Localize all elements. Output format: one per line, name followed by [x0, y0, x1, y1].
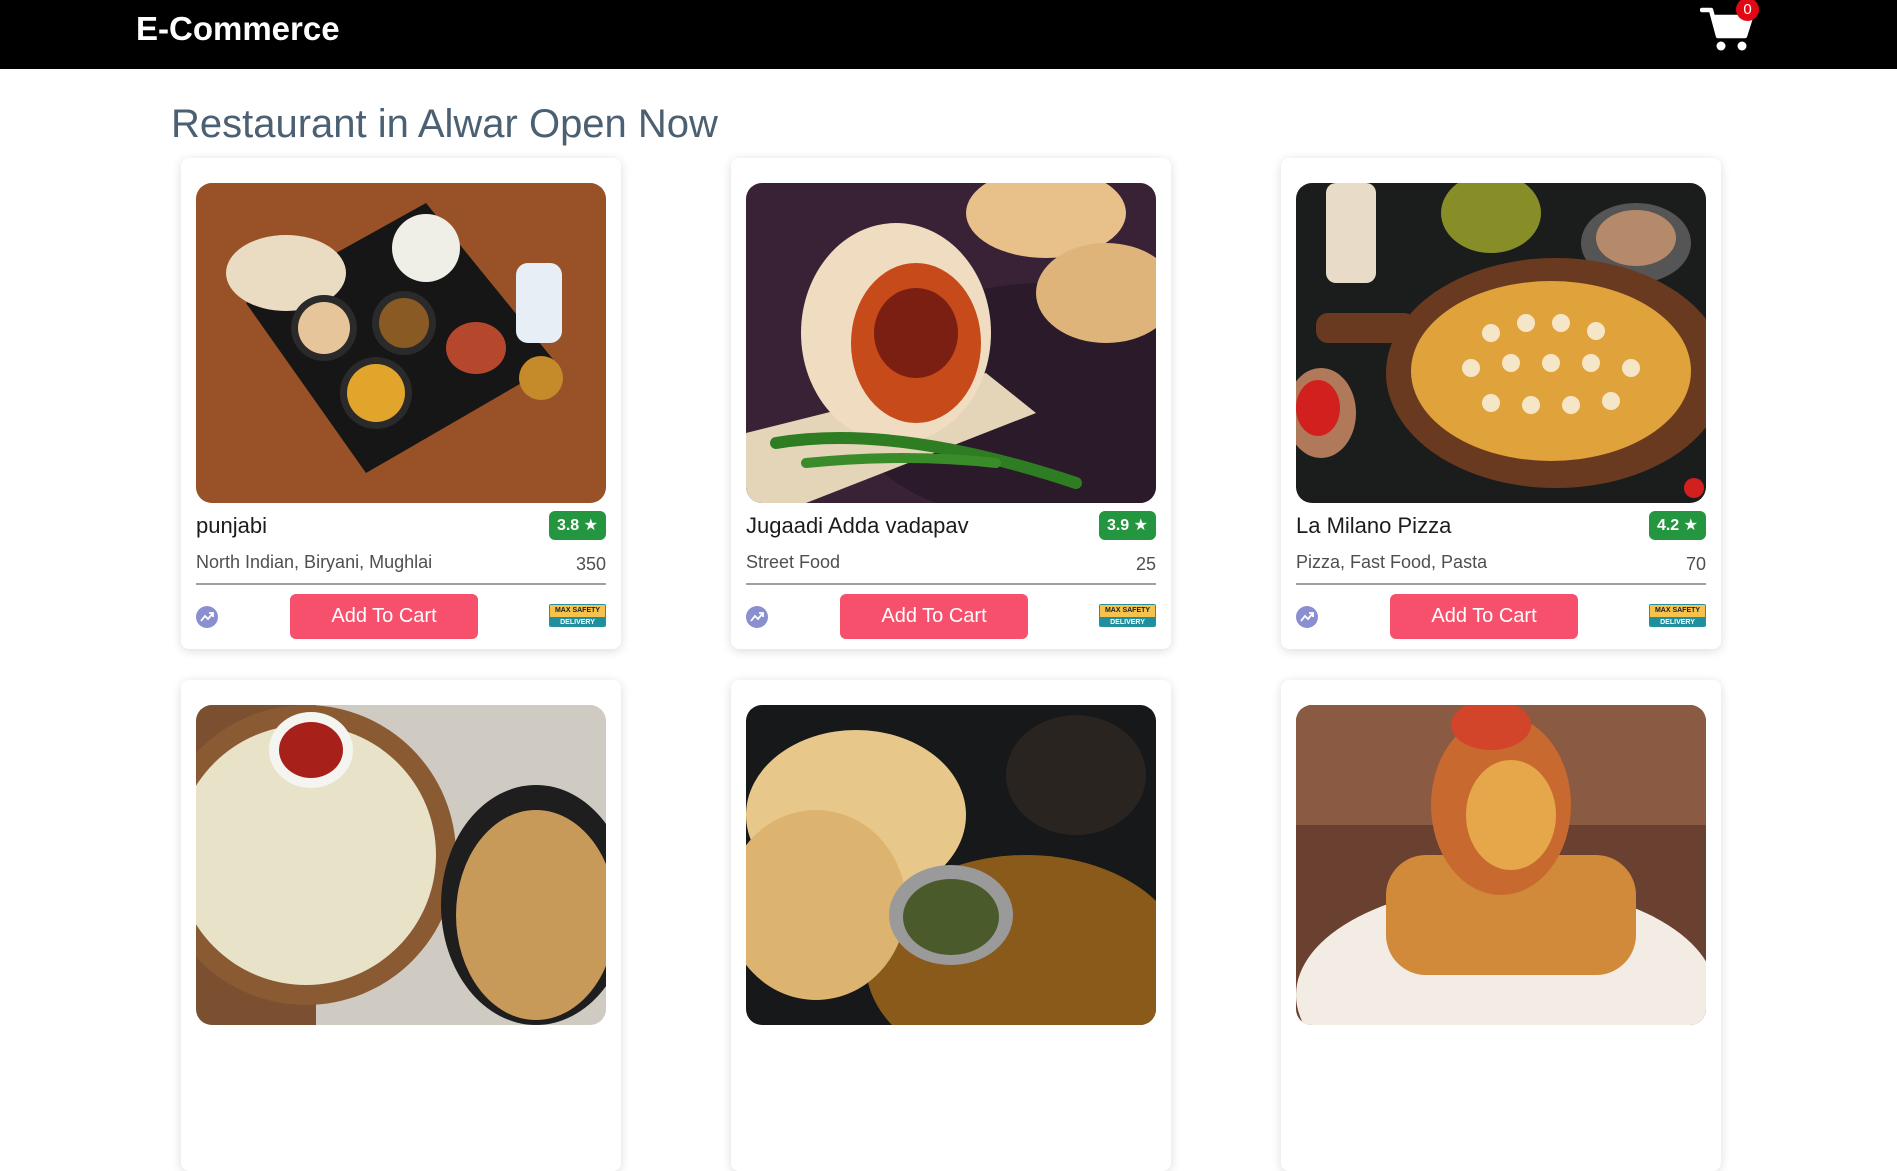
- restaurant-card[interactable]: [1281, 680, 1721, 1171]
- safety-badge-top: MAX SAFETY: [1650, 605, 1705, 617]
- add-to-cart-button[interactable]: Add To Cart: [840, 594, 1028, 639]
- rating-badge: 3.8 ★: [548, 511, 606, 540]
- food-image[interactable]: [1296, 183, 1706, 503]
- price-text: 70: [1685, 554, 1706, 574]
- star-icon: ★: [1683, 517, 1698, 534]
- safety-badge-bottom: DELIVERY: [550, 617, 605, 626]
- restaurant-name[interactable]: punjabi: [196, 512, 267, 540]
- brand-logo[interactable]: E-Commerce: [136, 9, 340, 49]
- max-safety-badge: MAX SAFETY DELIVERY: [1099, 604, 1156, 627]
- food-image[interactable]: [196, 183, 606, 503]
- restaurant-card[interactable]: punjabi 3.8 ★ North Indian, Biryani, Mug…: [181, 158, 621, 649]
- food-image[interactable]: [746, 183, 1156, 503]
- star-icon: ★: [1133, 517, 1148, 534]
- trend-icon[interactable]: [746, 606, 768, 628]
- max-safety-badge: MAX SAFETY DELIVERY: [1649, 604, 1706, 627]
- rating-value: 3.8: [556, 517, 580, 534]
- max-safety-badge: MAX SAFETY DELIVERY: [549, 604, 606, 627]
- navbar: E-Commerce 0: [0, 0, 1897, 69]
- restaurant-card[interactable]: Jugaadi Adda vadapav 3.9 ★ Street Food 2…: [731, 158, 1171, 649]
- restaurant-name[interactable]: La Milano Pizza: [1296, 512, 1451, 540]
- add-to-cart-button[interactable]: Add To Cart: [1390, 594, 1578, 639]
- safety-badge-bottom: DELIVERY: [1650, 617, 1705, 626]
- cuisine-text: North Indian, Biryani, Mughlai: [196, 552, 433, 572]
- add-to-cart-button[interactable]: Add To Cart: [290, 594, 478, 639]
- rating-badge: 3.9 ★: [1098, 511, 1156, 540]
- trend-icon[interactable]: [1296, 606, 1318, 628]
- cuisine-text: Pizza, Fast Food, Pasta: [1296, 552, 1488, 572]
- price-text: 25: [1135, 554, 1156, 574]
- divider: [1296, 583, 1706, 585]
- cuisine-text: Street Food: [746, 552, 841, 572]
- restaurant-card[interactable]: La Milano Pizza 4.2 ★ Pizza, Fast Food, …: [1281, 158, 1721, 649]
- trend-icon[interactable]: [196, 606, 218, 628]
- star-icon: ★: [583, 517, 598, 534]
- rating-badge: 4.2 ★: [1648, 511, 1706, 540]
- price-text: 350: [575, 554, 606, 574]
- safety-badge-bottom: DELIVERY: [1100, 617, 1155, 626]
- food-image[interactable]: [1296, 705, 1706, 1025]
- restaurant-name[interactable]: Jugaadi Adda vadapav: [746, 512, 969, 540]
- food-image[interactable]: [196, 705, 606, 1025]
- safety-badge-top: MAX SAFETY: [550, 605, 605, 617]
- page-title: Restaurant in Alwar Open Now: [171, 102, 718, 146]
- food-image[interactable]: [746, 705, 1156, 1025]
- rating-value: 3.9: [1106, 517, 1130, 534]
- divider: [746, 583, 1156, 585]
- safety-badge-top: MAX SAFETY: [1100, 605, 1155, 617]
- restaurant-card[interactable]: [731, 680, 1171, 1171]
- restaurant-card[interactable]: [181, 680, 621, 1171]
- rating-value: 4.2: [1656, 517, 1680, 534]
- divider: [196, 583, 606, 585]
